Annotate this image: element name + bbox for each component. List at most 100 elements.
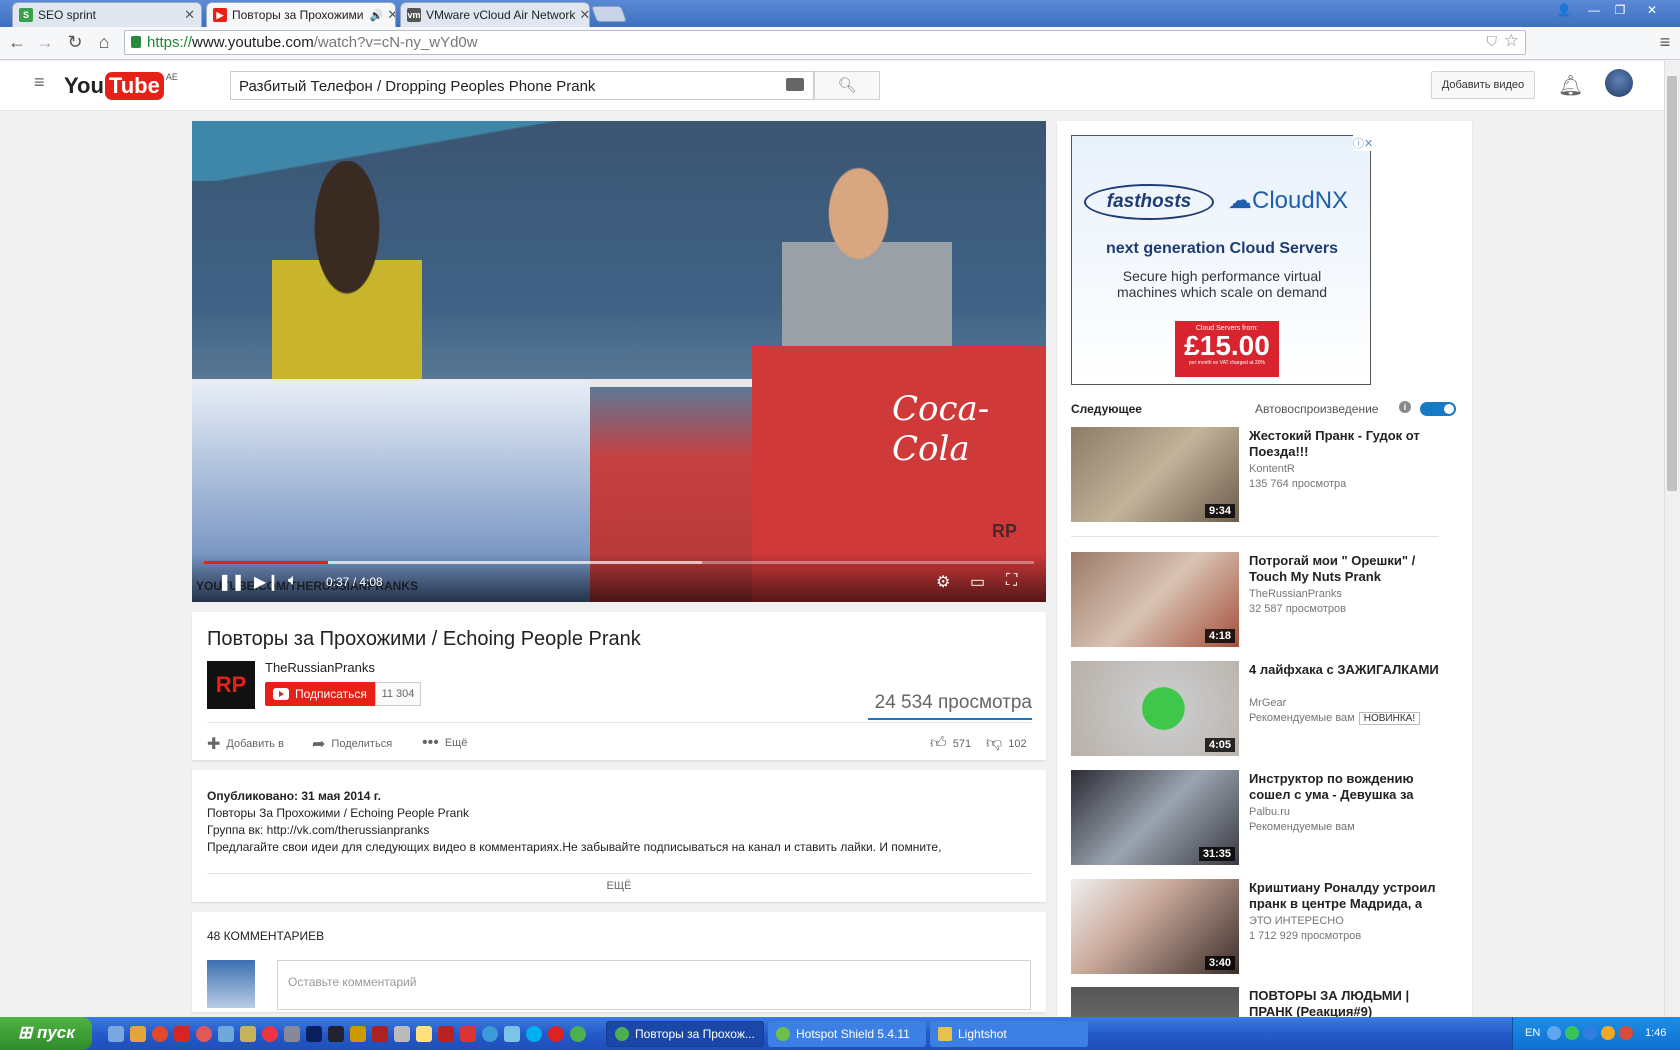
minimize-icon[interactable]: —: [1582, 1, 1606, 19]
quicklaunch-icon[interactable]: [504, 1026, 520, 1042]
quicklaunch-icon[interactable]: [284, 1026, 300, 1042]
settings-gear-icon[interactable]: ⚙: [936, 572, 950, 592]
chrome-icon[interactable]: [570, 1026, 586, 1042]
related-video[interactable]: 31:35 Инструктор по вождению сошел с ума…: [1071, 770, 1463, 866]
video-thumbnail[interactable]: 4:18: [1071, 552, 1239, 647]
related-video-title[interactable]: 4 лайфхака с ЗАЖИГАЛКАМИ: [1249, 662, 1453, 678]
taskbar-item-hotspot[interactable]: Hotspot Shield 5.4.11: [768, 1021, 926, 1047]
youtube-logo[interactable]: You Tube AE: [64, 72, 178, 100]
photoshop-icon[interactable]: [306, 1026, 322, 1042]
taskbar-item-lightshot[interactable]: Lightshot: [930, 1021, 1088, 1047]
opera-icon[interactable]: [548, 1026, 564, 1042]
close-icon[interactable]: ✕: [180, 7, 195, 23]
quicklaunch-icon[interactable]: [262, 1026, 278, 1042]
tab-vmware[interactable]: vm VMware vCloud Air Network ✕: [400, 2, 590, 27]
more-actions-button[interactable]: ••• Ещё: [422, 734, 467, 752]
reload-icon[interactable]: ↻: [64, 32, 86, 53]
info-icon[interactable]: i: [1399, 401, 1411, 413]
channel-avatar[interactable]: RP: [207, 661, 255, 709]
related-video[interactable]: 9:34 Жестокий Пранк - Гудок от Поезда!!!…: [1071, 427, 1463, 523]
filezilla-icon[interactable]: [438, 1026, 454, 1042]
skype-icon[interactable]: [526, 1026, 542, 1042]
related-video-channel[interactable]: TheRussianPranks: [1249, 588, 1342, 600]
related-video[interactable]: 4:05 4 лайфхака с ЗАЖИГАЛКАМИ MrGear Рек…: [1071, 661, 1463, 757]
search-button[interactable]: 🔍︎: [814, 71, 880, 100]
related-video-title[interactable]: Потрогай мои " Орешки" / Touch My Nuts P…: [1249, 553, 1453, 585]
tray-icon[interactable]: [1601, 1026, 1615, 1040]
quicklaunch-icon[interactable]: [240, 1026, 256, 1042]
scrollbar-thumb[interactable]: [1667, 76, 1677, 491]
add-to-button[interactable]: ✚ Добавить в: [207, 734, 284, 754]
video-thumbnail[interactable]: 3:40: [1071, 879, 1239, 974]
related-video[interactable]: 3:40 Криштиану Роналду устроил пранк в ц…: [1071, 879, 1463, 975]
show-desktop-icon[interactable]: [108, 1026, 124, 1042]
related-video-title[interactable]: Инструктор по вождению сошел с ума - Дев…: [1249, 771, 1453, 803]
video-thumbnail[interactable]: 9:34: [1071, 427, 1239, 522]
tray-arrow-icon[interactable]: [1547, 1026, 1561, 1040]
related-video-title[interactable]: Криштиану Роналду устроил пранк в центре…: [1249, 880, 1453, 912]
related-video-channel[interactable]: ЭТО ИНТЕРЕСНО: [1249, 915, 1344, 927]
menu-hamburger-icon[interactable]: ≡: [1654, 32, 1676, 53]
bookmark-star-icon[interactable]: ☆: [1504, 31, 1519, 51]
search-input[interactable]: Разбитый Телефон / Dropping Peoples Phon…: [230, 71, 814, 100]
fullscreen-icon[interactable]: ⛶: [1006, 572, 1017, 590]
home-icon[interactable]: ⌂: [93, 32, 115, 53]
volume-icon[interactable]: 🔈︎: [288, 572, 298, 590]
forward-arrow-icon[interactable]: →: [34, 32, 56, 53]
quicklaunch-icon[interactable]: [196, 1026, 212, 1042]
guide-menu-icon[interactable]: ≡: [34, 72, 45, 93]
new-tab-button[interactable]: [591, 6, 627, 22]
address-bar[interactable]: https://www.youtube.com/watch?v=cN-ny_wY…: [124, 30, 1526, 55]
video-thumbnail[interactable]: 4:05: [1071, 661, 1239, 756]
related-video-channel[interactable]: Palbu.ru: [1249, 806, 1290, 818]
speaker-icon[interactable]: 🔊: [370, 9, 384, 22]
back-arrow-icon[interactable]: ←: [6, 32, 28, 53]
quicklaunch-icon[interactable]: [152, 1026, 168, 1042]
related-video[interactable]: ПОВТОРЫ ЗА ЛЮДЬМИ | ПРАНК (Реакция#9): [1071, 987, 1463, 1017]
shield-icon[interactable]: ⛉: [1487, 33, 1498, 50]
upload-button[interactable]: Добавить видео: [1431, 71, 1535, 99]
close-icon[interactable]: ✕: [575, 7, 589, 23]
language-indicator[interactable]: EN: [1525, 1027, 1540, 1039]
taskbar-item-chrome[interactable]: Повторы за Прохож...: [606, 1021, 764, 1047]
next-icon[interactable]: ▶❙: [254, 572, 280, 592]
user-avatar[interactable]: [1605, 69, 1633, 97]
terminal-icon[interactable]: [328, 1026, 344, 1042]
dislike-button[interactable]: 👎︎ 102: [986, 734, 1027, 753]
video-thumbnail[interactable]: [1071, 987, 1239, 1017]
video-player[interactable]: Coca-Cola RP YOUTUBE.COM/THERUSSIANPRANK…: [192, 121, 1046, 602]
quicklaunch-icon[interactable]: [350, 1026, 366, 1042]
start-button[interactable]: ⊞ пуск: [0, 1017, 92, 1050]
quicklaunch-icon[interactable]: [482, 1026, 498, 1042]
window-close-icon[interactable]: ✕: [1640, 1, 1664, 19]
acrobat-icon[interactable]: [174, 1026, 190, 1042]
tray-icon[interactable]: [1583, 1026, 1597, 1040]
quicklaunch-icon[interactable]: [372, 1026, 388, 1042]
like-button[interactable]: 👍︎ 571: [930, 734, 971, 753]
theater-mode-icon[interactable]: ▭: [970, 572, 985, 592]
restore-icon[interactable]: ❐: [1608, 1, 1632, 19]
show-more-button[interactable]: ЕЩЁ: [192, 880, 1046, 892]
pause-icon[interactable]: ❚❚: [218, 572, 245, 592]
user-icon[interactable]: 👤: [1552, 1, 1576, 19]
autoplay-toggle[interactable]: [1420, 402, 1456, 416]
share-button[interactable]: ➦ Поделиться: [312, 734, 392, 754]
keyboard-icon[interactable]: [786, 78, 804, 91]
quicklaunch-icon[interactable]: [130, 1026, 146, 1042]
channel-name-link[interactable]: TheRussianPranks: [265, 660, 375, 675]
close-icon[interactable]: ✕: [383, 7, 395, 23]
related-video-title[interactable]: ПОВТОРЫ ЗА ЛЮДЬМИ | ПРАНК (Реакция#9): [1249, 988, 1453, 1017]
quicklaunch-icon[interactable]: [460, 1026, 476, 1042]
quicklaunch-icon[interactable]: [394, 1026, 410, 1042]
tab-seo-sprint[interactable]: S SEO sprint ✕: [12, 2, 202, 27]
tray-icon[interactable]: [1565, 1026, 1579, 1040]
subscribe-button[interactable]: Подписаться: [265, 682, 375, 706]
related-video-channel[interactable]: MrGear: [1249, 697, 1286, 709]
related-video-channel[interactable]: KontentR: [1249, 463, 1295, 475]
progress-bar[interactable]: [204, 561, 1034, 564]
tray-icon[interactable]: [1619, 1026, 1633, 1040]
comment-input[interactable]: Оставьте комментарий: [277, 960, 1031, 1010]
tab-youtube[interactable]: ▶ Повторы за Прохожими 🔊 ✕: [206, 2, 396, 27]
related-video-title[interactable]: Жестокий Пранк - Гудок от Поезда!!!: [1249, 428, 1453, 460]
video-thumbnail[interactable]: 31:35: [1071, 770, 1239, 865]
